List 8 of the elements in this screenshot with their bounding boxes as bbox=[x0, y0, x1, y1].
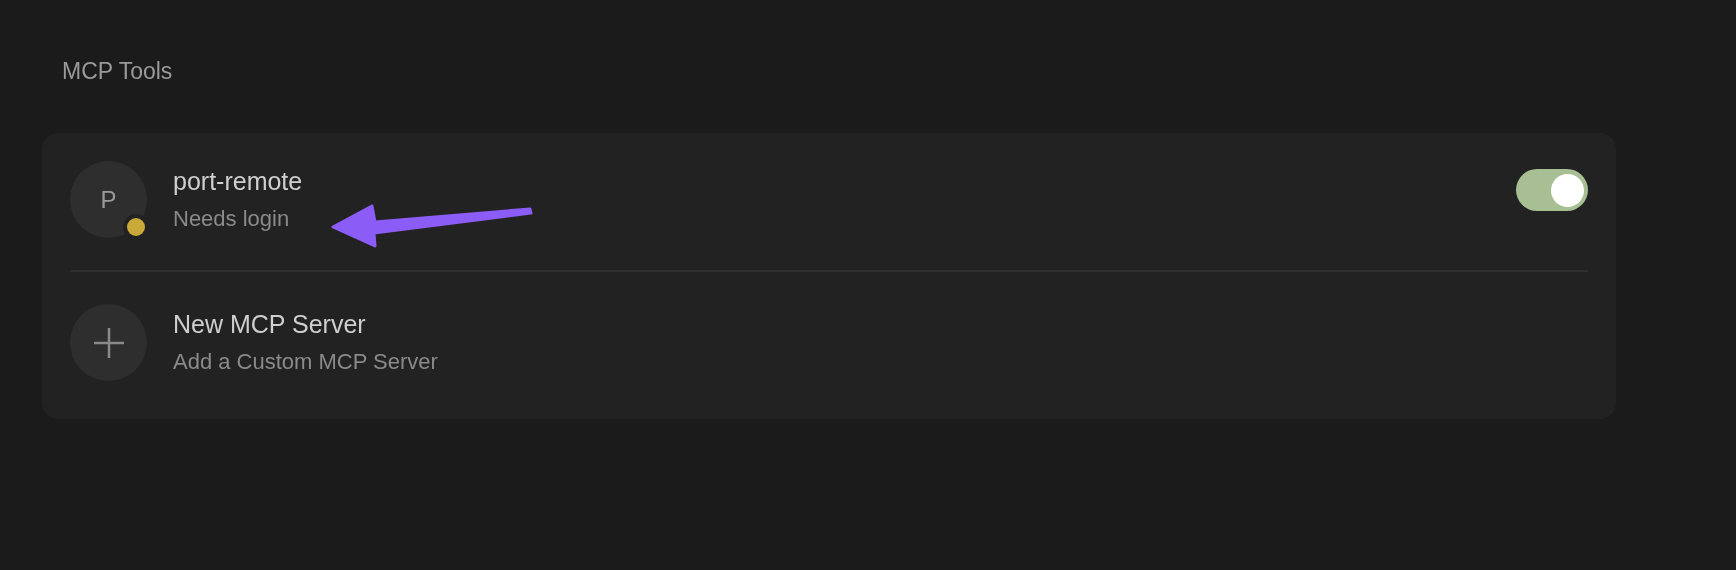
plus-icon bbox=[91, 325, 126, 360]
item-subtitle: Needs login bbox=[173, 205, 290, 233]
item-title[interactable]: New MCP Server bbox=[173, 309, 366, 341]
item-title: port-remote bbox=[173, 166, 303, 198]
item-subtitle: Add a Custom MCP Server bbox=[173, 348, 438, 376]
section-title: MCP Tools bbox=[62, 60, 174, 83]
toggle-switch[interactable] bbox=[1516, 169, 1588, 211]
avatar: P bbox=[70, 161, 147, 238]
